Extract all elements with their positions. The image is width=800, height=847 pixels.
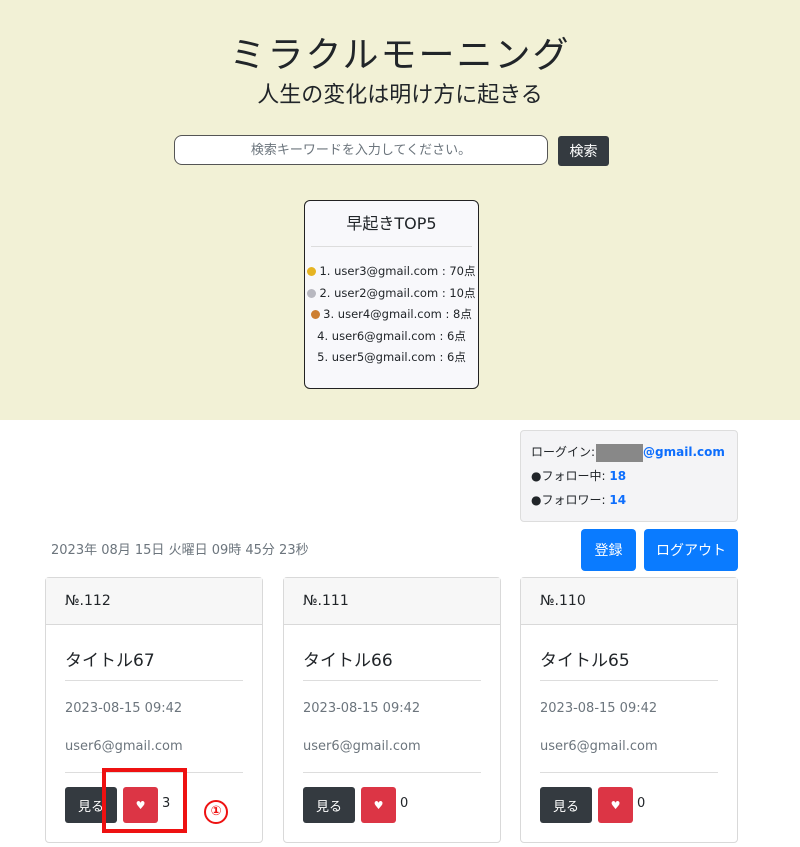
register-button[interactable]: 登録 bbox=[581, 529, 636, 571]
ranking-item: 3. user4@gmail.com : 8点 bbox=[305, 304, 478, 326]
ranking-item: 5. user5@gmail.com : 6点 bbox=[305, 347, 478, 369]
card-divider bbox=[540, 680, 718, 681]
post-date: 2023-08-15 09:42 bbox=[540, 701, 658, 716]
view-button[interactable]: 見る bbox=[540, 787, 592, 823]
ranking-item-text: 1. user3@gmail.com : 70点 bbox=[319, 264, 476, 278]
like-count: 0 bbox=[400, 796, 409, 811]
hero-banner: ミラクルモーニング 人生の変化は明け方に起きる 検索 早起きTOP5 1. us… bbox=[0, 0, 800, 420]
annotation-marker: ① bbox=[204, 800, 228, 824]
login-label: ローグイン: bbox=[531, 445, 596, 459]
card-divider bbox=[303, 772, 481, 773]
like-count: 0 bbox=[637, 796, 646, 811]
card-divider bbox=[303, 680, 481, 681]
login-info: ローグイン: @gmail.com bbox=[531, 443, 727, 467]
post-number: №.110 bbox=[521, 578, 737, 625]
like-button[interactable]: ♥ bbox=[598, 787, 633, 823]
masked-username bbox=[596, 443, 644, 462]
ranking-item-text: 4. user6@gmail.com : 6点 bbox=[317, 328, 466, 343]
site-subtitle: 人生の変化は明け方に起きる bbox=[257, 83, 543, 108]
ranking-title: 早起きTOP5 bbox=[346, 214, 437, 233]
silver-medal-icon bbox=[307, 288, 317, 298]
following-label: ●フォロー中: bbox=[531, 469, 606, 483]
post-user: user6@gmail.com bbox=[65, 739, 183, 754]
card-divider bbox=[540, 772, 718, 773]
ranking-divider bbox=[311, 246, 472, 247]
post-title: タイトル66 bbox=[303, 651, 393, 671]
card-divider bbox=[65, 680, 243, 681]
followers-count-link[interactable]: 14 bbox=[609, 493, 626, 507]
post-date: 2023-08-15 09:42 bbox=[65, 701, 183, 716]
post-number: №.111 bbox=[284, 578, 500, 625]
post-user: user6@gmail.com bbox=[303, 739, 421, 754]
heart-icon: ♥ bbox=[610, 798, 621, 812]
following-count-link[interactable]: 18 bbox=[609, 469, 626, 483]
post-title: タイトル65 bbox=[540, 651, 630, 671]
ranking-item: 1. user3@gmail.com : 70点 bbox=[305, 261, 478, 283]
post-card: №.111 タイトル66 2023-08-15 09:42 user6@gmai… bbox=[283, 577, 501, 843]
account-panel: ローグイン: @gmail.com ●フォロー中: 18 ●フォロワー: 14 bbox=[520, 430, 738, 522]
ranking-panel: 早起きTOP5 1. user3@gmail.com : 70点 2. user… bbox=[304, 200, 479, 389]
site-title: ミラクルモーニング bbox=[229, 35, 571, 76]
bronze-medal-icon bbox=[311, 310, 321, 319]
post-user: user6@gmail.com bbox=[540, 739, 658, 754]
post-date: 2023-08-15 09:42 bbox=[303, 701, 421, 716]
logout-button[interactable]: ログアウト bbox=[644, 529, 738, 571]
post-card: №.110 タイトル65 2023-08-15 09:42 user6@gmai… bbox=[520, 577, 738, 843]
ranking-item-text: 5. user5@gmail.com : 6点 bbox=[317, 350, 466, 364]
ranking-item-text: 3. user4@gmail.com : 8点 bbox=[323, 307, 472, 321]
followers-label: ●フォロワー: bbox=[531, 493, 606, 507]
view-button[interactable]: 見る bbox=[303, 787, 355, 823]
current-datetime: 2023年 08月 15日 火曜日 09時 45分 23秒 bbox=[51, 543, 309, 558]
ranking-item-text: 2. user2@gmail.com : 10点 bbox=[319, 285, 476, 300]
search-input[interactable] bbox=[174, 135, 548, 165]
post-title: タイトル67 bbox=[65, 651, 155, 671]
following-info: ●フォロー中: 18 bbox=[531, 467, 727, 491]
heart-icon: ♥ bbox=[373, 798, 384, 812]
search-button[interactable]: 検索 bbox=[558, 136, 609, 166]
gold-medal-icon bbox=[307, 267, 317, 276]
ranking-item: 4. user6@gmail.com : 6点 bbox=[305, 326, 478, 348]
like-button[interactable]: ♥ bbox=[361, 787, 396, 823]
followers-info: ●フォロワー: 14 bbox=[531, 491, 727, 515]
ranking-item: 2. user2@gmail.com : 10点 bbox=[305, 283, 478, 305]
post-number: №.112 bbox=[46, 578, 262, 625]
annotation-highlight-box bbox=[102, 768, 187, 833]
login-email[interactable]: @gmail.com bbox=[643, 445, 725, 459]
